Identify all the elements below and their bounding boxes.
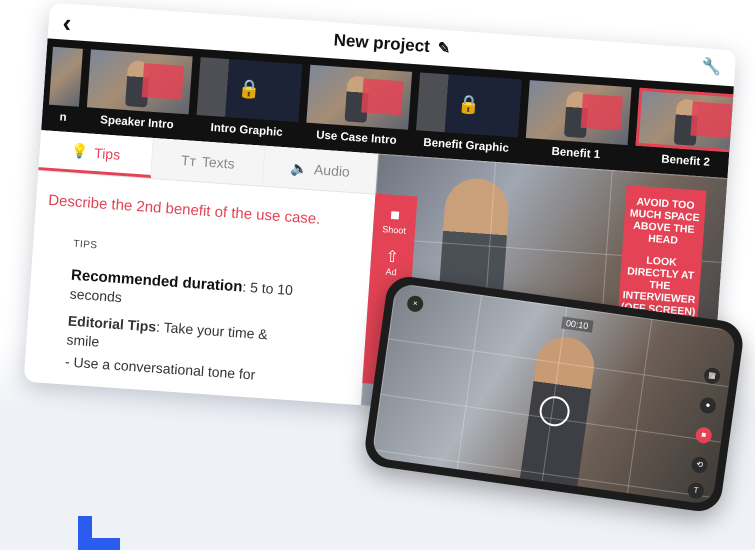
tab-texts[interactable]: Tт Texts [150,138,266,186]
tip-duration: Recommended duration: 5 to 10 seconds [69,266,301,320]
project-title[interactable]: New project ✎ [333,30,451,58]
tips-heading: TIPS [72,238,98,252]
clip-thumbnail [525,80,632,146]
clip-label: Speaker Intro [99,114,174,132]
mic-icon[interactable]: ● [698,396,717,415]
add-label: Ad [385,266,397,278]
clip-thumbnail: 🔒 [196,57,303,123]
wrench-icon[interactable]: 🔧 [701,56,722,77]
clip-thumb-speaker-intro[interactable]: Speaker Intro [85,49,193,140]
tab-audio[interactable]: 🔈 Audio [263,145,379,194]
clip-thumbnail: 🔒 [416,72,522,138]
pencil-icon[interactable]: ✎ [437,39,451,58]
camera-viewfinder: 00:10 × ▦ ● ■ ⟲ T [371,282,737,506]
project-title-text: New project [333,30,431,57]
clip-label: Benefit 1 [551,145,601,162]
tab-label: Audio [313,161,351,180]
upload-icon: ⇧ [384,248,400,267]
brand-logo [78,516,120,550]
camera-icon: ■ [389,206,401,225]
tab-label: Tips [93,144,121,163]
text-icon: Tт [180,152,197,170]
tab-tips[interactable]: 💡 Tips [38,130,154,178]
record-timer: 00:10 [561,316,594,333]
clip-description: Describe the 2nd benefit of the use case… [47,191,321,228]
clip-label: Benefit Graphic [422,136,510,155]
clip-thumbnail [86,49,193,115]
tip-card [141,63,184,100]
record-button[interactable]: ■ [694,426,713,445]
clip-thumb-intro-graphic[interactable]: 🔒 Intro Graphic [195,57,303,148]
bulb-icon: 💡 [70,142,89,160]
add-button[interactable]: ⇧ Ad [370,234,415,279]
clip-label: Intro Graphic [210,121,284,139]
clip-thumb[interactable]: n [47,46,83,133]
clip-label: Use Case Intro [315,129,397,147]
lock-icon: 🔒 [237,78,262,100]
clip-label: Benefit 2 [660,153,711,169]
grid-icon[interactable]: ▦ [703,366,722,385]
back-button[interactable]: ‹ [62,7,73,39]
flip-camera-icon[interactable]: ⟲ [690,455,709,474]
shoot-button[interactable]: ■ Shoot [373,194,418,237]
clip-thumb-benefit-2[interactable]: Benefit 2 [634,87,737,179]
clip-thumb-benefit-graphic[interactable]: 🔒 Benefit Graphic [414,72,522,163]
clip-thumbnail [635,87,737,153]
tab-label: Texts [201,153,236,172]
tip-editorial-label: Editorial Tips [67,312,157,335]
shoot-label: Shoot [381,224,407,236]
tip-card [361,78,404,116]
close-icon[interactable]: × [406,294,425,313]
tip-card [690,101,733,139]
text-icon[interactable]: T [686,481,705,500]
clip-thumb-benefit-1[interactable]: Benefit 1 [524,80,632,171]
clip-label: n [59,111,68,124]
clip-thumbnail [306,64,413,130]
clip-thumb-use-case-intro[interactable]: Use Case Intro [305,64,413,156]
guidance-text-1: AVOID TOO MUCH SPACE ABOVE THE HEAD [629,195,700,247]
speaker-icon: 🔈 [290,159,309,177]
tip-card [580,93,623,131]
lock-icon: 🔒 [457,93,481,116]
clip-thumbnail [48,46,83,107]
tips-panel: 💡 Tips Tт Texts 🔈 Audio Describe the 2nd… [23,130,379,406]
